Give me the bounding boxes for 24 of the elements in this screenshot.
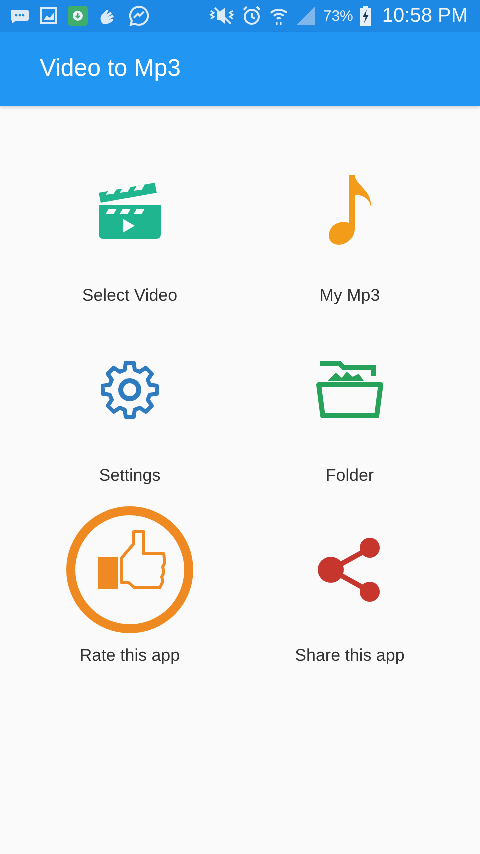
signal-icon (296, 6, 316, 26)
menu-tile[interactable]: Settings (20, 325, 240, 487)
menu-tile[interactable]: Share this app (240, 505, 460, 667)
battery-percent: 73% (323, 8, 354, 24)
chat-icon (10, 8, 30, 24)
menu-tile[interactable]: Rate this app (20, 505, 240, 667)
messenger-icon (128, 5, 150, 27)
mute-icon (209, 7, 236, 25)
image-icon (40, 7, 58, 25)
app-title: Video to Mp3 (40, 55, 181, 83)
clock-time: 10:58 PM (382, 4, 468, 28)
thumbs-up-icon (66, 506, 194, 634)
download-icon (68, 6, 88, 26)
menu-tile[interactable]: Select Video (20, 145, 240, 307)
battery-charging-icon (360, 6, 372, 26)
folder-icon (316, 361, 384, 419)
menu-tile[interactable]: Folder (240, 325, 460, 487)
share-icon (317, 537, 383, 603)
alarm-icon (242, 6, 262, 26)
wifi-icon (269, 6, 290, 26)
settings-icon (100, 360, 160, 420)
clapperboard-icon (99, 181, 161, 239)
menu-tile[interactable]: My Mp3 (240, 145, 460, 307)
music-note-icon (327, 175, 373, 245)
